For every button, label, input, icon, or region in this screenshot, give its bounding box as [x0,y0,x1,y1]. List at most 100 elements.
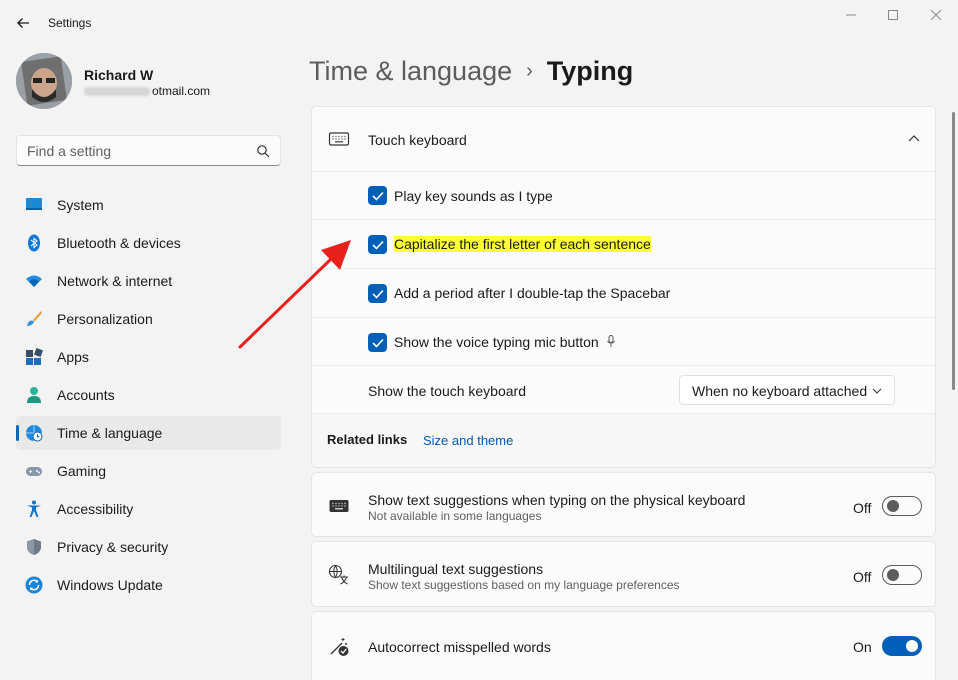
avatar-image [16,53,72,109]
autocorrect-icon [330,638,349,656]
search-icon[interactable] [256,144,270,158]
apps-icon [26,348,43,365]
minimize-icon [846,14,856,16]
sidebar-item-label: Network & internet [57,273,173,289]
language-icon [328,564,348,585]
app-title: Settings [48,16,92,30]
related-links-label: Related links [327,432,408,447]
sidebar-item-label: Personalization [57,311,153,327]
bluetooth-icon [28,234,40,252]
maximize-icon [888,10,898,20]
option-label-text: Show the voice typing mic button [394,334,599,350]
touch-keyboard-title: Touch keyboard [368,132,467,148]
title-bar: Settings [0,0,958,46]
related-links-row: Related links Size and theme [312,413,935,467]
checkbox-key-sounds[interactable] [368,186,387,205]
option-row-key-sounds: Play key sounds as I type [312,171,935,219]
wifi-icon [26,275,42,287]
breadcrumb: Time & language › Typing [309,56,633,87]
toggle-state-label: Off [853,569,872,585]
autocorrect-toggle[interactable] [882,636,922,656]
size-and-theme-link[interactable]: Size and theme [423,433,513,448]
accessibility-icon [27,500,41,517]
scrollbar[interactable] [952,112,955,390]
touch-keyboard-card: Touch keyboard Play key sounds as I type… [311,106,936,468]
setting-text-suggestions: Show text suggestions when typing on the… [311,472,936,537]
multilingual-toggle[interactable] [882,565,922,585]
microphone-icon [606,335,615,347]
setting-description: Not available in some languages [368,509,542,523]
back-button[interactable] [12,12,34,34]
checkmark-icon [371,240,384,250]
maximize-button[interactable] [878,6,908,24]
checkbox-voice-mic[interactable] [368,333,387,352]
option-label: Show the voice typing mic button [394,334,616,350]
dropdown-selected-value: When no keyboard attached [692,383,868,399]
search-input[interactable] [17,136,247,165]
setting-description: Show text suggestions based on my langua… [368,578,680,592]
sidebar-item-system[interactable]: System [16,188,281,222]
checkbox-period[interactable] [368,284,387,303]
toggle-knob [887,569,899,581]
option-label-highlighted: Capitalize the first letter of each sent… [394,236,651,252]
sidebar-item-label: Accounts [57,387,115,403]
option-label: Play key sounds as I type [394,188,553,204]
breadcrumb-separator: › [526,60,533,82]
sidebar-item-accounts[interactable]: Accounts [16,378,281,412]
sidebar-item-label: Time & language [57,425,163,441]
show-touch-keyboard-label: Show the touch keyboard [368,383,526,399]
toggle-state-label: Off [853,500,872,516]
page-title: Typing [546,56,634,86]
chevron-down-icon [872,388,882,394]
annotation-arrow [238,240,351,349]
brush-icon [27,311,42,326]
sidebar-item-time-language[interactable]: Time & language [16,416,281,450]
setting-title: Show text suggestions when typing on the… [368,492,746,508]
sidebar-item-label: Gaming [57,463,107,479]
back-arrow-icon [17,18,29,28]
setting-title: Multilingual text suggestions [368,561,544,577]
toggle-knob [887,500,899,512]
sidebar-item-label: Apps [57,349,89,365]
system-icon [26,198,42,210]
text-suggestions-toggle[interactable] [882,496,922,516]
option-row-voice-mic: Show the voice typing mic button [312,317,935,365]
sidebar-item-label: System [57,197,104,213]
person-icon [27,387,41,403]
sidebar-item-label: Privacy & security [57,539,169,555]
show-touch-keyboard-dropdown[interactable]: When no keyboard attached [679,375,895,405]
email-redaction [84,87,150,97]
minimize-button[interactable] [836,6,866,24]
sidebar-item-label: Windows Update [57,577,163,593]
option-row-capitalize: Capitalize the first letter of each sent… [312,219,935,268]
update-icon [25,576,43,594]
checkmark-icon [371,289,384,299]
show-touch-keyboard-row: Show the touch keyboard When no keyboard… [312,365,935,413]
profile-name: Richard W [84,67,154,83]
email-suffix: otmail.com [152,84,211,98]
checkmark-icon [371,338,384,348]
setting-multilingual: Multilingual text suggestions Show text … [311,541,936,607]
sidebar-item-gaming[interactable]: Gaming [16,454,281,488]
keyboard-icon [329,500,349,512]
sidebar-item-windows-update[interactable]: Windows Update [16,568,281,602]
globe-clock-icon [26,425,43,442]
option-row-period: Add a period after I double-tap the Spac… [312,268,935,317]
close-button[interactable] [921,6,951,24]
checkmark-icon [371,191,384,201]
sidebar-item-accessibility[interactable]: Accessibility [16,492,281,526]
setting-autocorrect: Autocorrect misspelled words On [311,611,936,680]
keyboard-icon [328,132,350,146]
chevron-up-icon[interactable] [908,134,920,142]
avatar[interactable] [16,53,72,109]
sidebar-item-privacy[interactable]: Privacy & security [16,530,281,564]
breadcrumb-parent[interactable]: Time & language [309,56,512,86]
shield-icon [27,539,41,555]
touch-keyboard-header[interactable]: Touch keyboard [312,107,935,171]
setting-title: Autocorrect misspelled words [368,639,551,655]
sidebar-item-label: Bluetooth & devices [57,235,181,251]
search-box[interactable] [16,135,281,166]
checkbox-capitalize[interactable] [368,235,387,254]
selection-indicator [16,425,19,441]
gamepad-icon [26,467,42,476]
